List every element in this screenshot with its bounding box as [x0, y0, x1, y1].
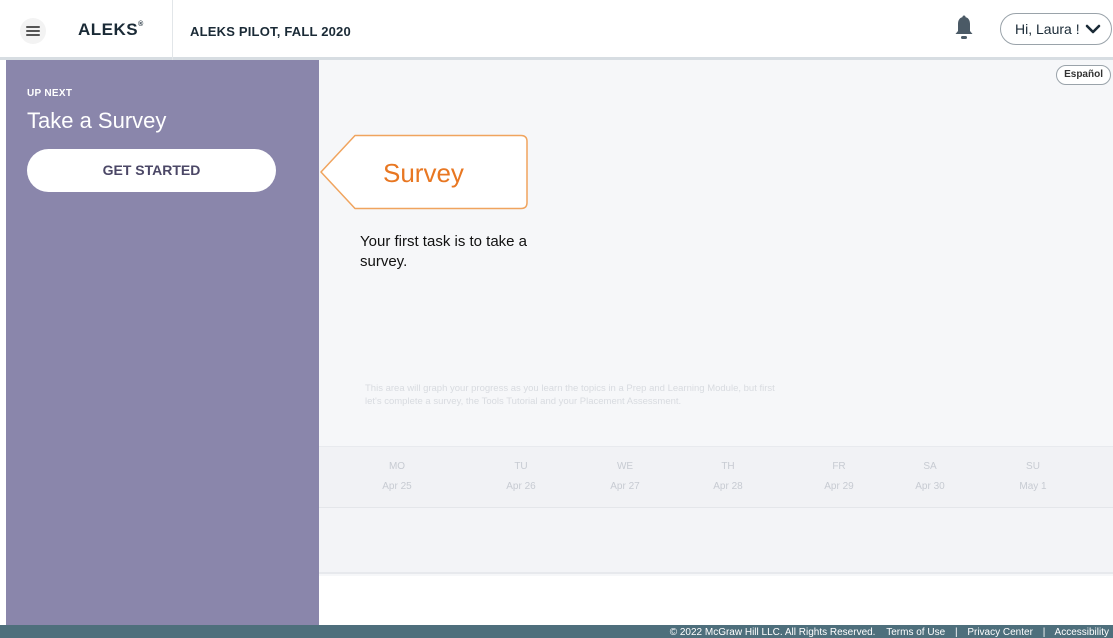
calendar-day: FR Apr 29	[809, 461, 869, 492]
progress-graph-area	[319, 508, 1113, 574]
calendar-day: SU May 1	[1003, 461, 1063, 492]
user-menu-button[interactable]: Hi, Laura !	[1000, 13, 1112, 45]
user-greeting: Hi, Laura !	[1015, 21, 1080, 37]
copyright-text: © 2022 McGraw Hill LLC. All Rights Reser…	[669, 627, 876, 638]
privacy-center-link[interactable]: Privacy Center	[967, 627, 1033, 638]
up-next-label: UP NEXT	[27, 88, 73, 99]
survey-callout-label: Survey	[383, 158, 464, 188]
logo-text: ALEKS	[78, 20, 139, 39]
footer-links: © 2022 McGraw Hill LLC. All Rights Reser…	[670, 626, 1109, 638]
day-date: May 1	[1019, 481, 1047, 492]
get-started-button[interactable]: GET STARTED	[27, 149, 276, 192]
accessibility-link[interactable]: Accessibility	[1055, 627, 1109, 638]
footer-separator: |	[954, 627, 958, 638]
day-of-week: MO	[388, 461, 406, 472]
header-divider	[172, 0, 173, 60]
content-bottom	[319, 576, 1113, 625]
progress-graph-note: This area will graph your progress as yo…	[365, 383, 775, 407]
day-of-week: FR	[832, 461, 846, 472]
day-of-week: WE	[616, 461, 634, 472]
day-of-week: TH	[721, 461, 735, 472]
chevron-down-icon	[1085, 22, 1101, 36]
day-date: Apr 25	[382, 481, 412, 492]
calendar-day: MO Apr 25	[367, 461, 427, 492]
day-of-week: SU	[1026, 461, 1040, 472]
language-toggle-button[interactable]: Español	[1056, 65, 1111, 85]
day-date: Apr 28	[713, 481, 743, 492]
terms-of-use-link[interactable]: Terms of Use	[886, 627, 945, 638]
up-next-panel: UP NEXT Take a Survey GET STARTED	[6, 60, 319, 625]
hamburger-menu-icon[interactable]	[20, 18, 46, 44]
footer: © 2022 McGraw Hill LLC. All Rights Reser…	[0, 625, 1113, 638]
aleks-logo[interactable]: ALEKS®	[78, 20, 144, 40]
day-date: Apr 26	[506, 481, 536, 492]
calendar-day: TH Apr 28	[698, 461, 758, 492]
main-content: Español Survey Your first task is to tak…	[319, 60, 1113, 625]
day-date: Apr 30	[915, 481, 945, 492]
logo-registered-mark: ®	[138, 21, 144, 28]
task-description: Your first task is to take a survey.	[360, 233, 528, 270]
day-of-week: TU	[514, 461, 528, 472]
up-next-title: Take a Survey	[27, 108, 167, 133]
calendar-day: SA Apr 30	[900, 461, 960, 492]
day-date: Apr 29	[824, 481, 854, 492]
class-name[interactable]: ALEKS PILOT, FALL 2020	[190, 24, 351, 39]
top-header: ALEKS® ALEKS PILOT, FALL 2020 Hi, Laura …	[0, 0, 1113, 60]
day-of-week: SA	[923, 461, 937, 472]
week-calendar: MO Apr 25 TU Apr 26 WE Apr 27 TH Apr 28 …	[319, 446, 1113, 508]
bell-icon[interactable]	[953, 15, 975, 41]
calendar-day: WE Apr 27	[595, 461, 655, 492]
day-date: Apr 27	[610, 481, 640, 492]
footer-separator: |	[1042, 627, 1046, 638]
survey-callout: Survey	[319, 134, 529, 210]
calendar-day: TU Apr 26	[491, 461, 551, 492]
